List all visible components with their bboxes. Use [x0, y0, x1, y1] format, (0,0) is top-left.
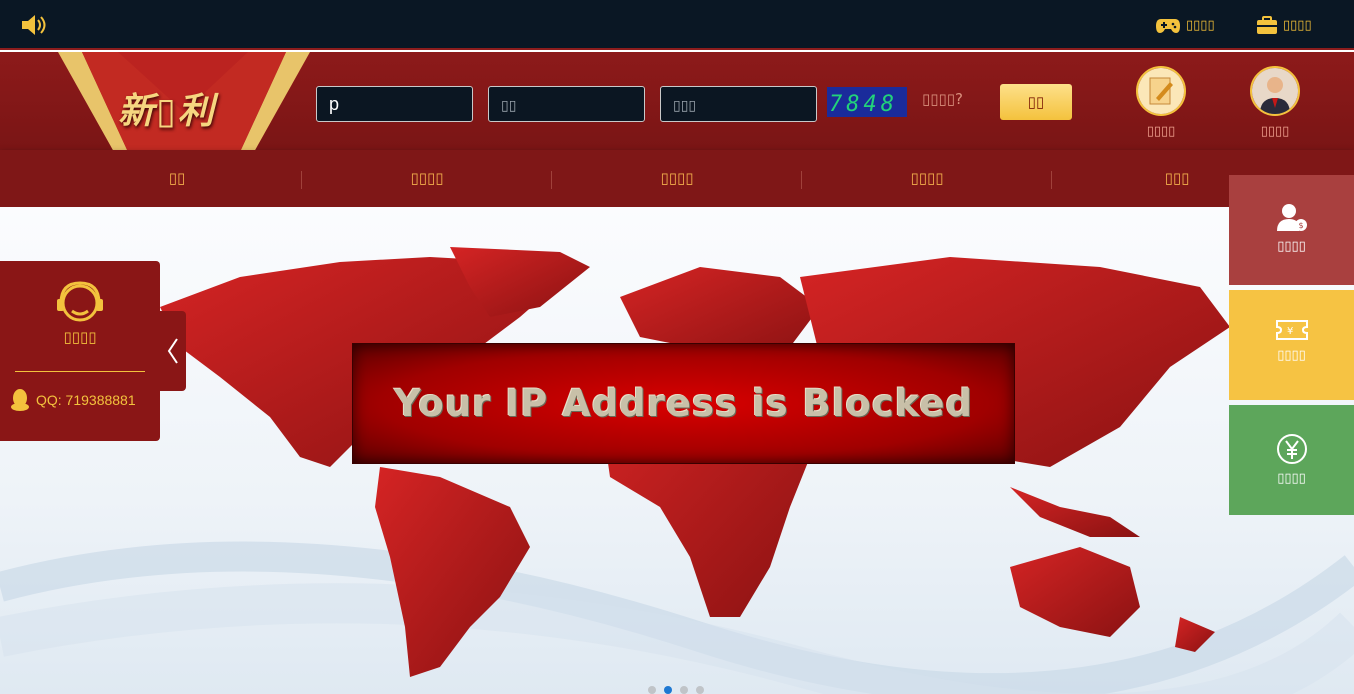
qq-penguin-icon [11, 389, 29, 411]
top-bar: ▯▯▯▯ ▯▯▯▯ [0, 0, 1354, 50]
login-button[interactable]: ▯▯ [1000, 84, 1072, 120]
forgot-password-link[interactable]: ▯▯▯▯? [922, 90, 963, 108]
slide-dot-1[interactable] [648, 686, 656, 694]
banner-slider: Your IP Address is Blocked [0, 207, 1354, 694]
register-icon [1136, 66, 1186, 116]
register-button[interactable]: ▯▯▯▯ [1121, 66, 1201, 139]
captcha-code: 7848 [829, 92, 898, 117]
right-panel-promo-label: ▯▯▯▯ [1277, 348, 1306, 363]
slide-dot-4[interactable] [696, 686, 704, 694]
chevron-left-icon [167, 338, 178, 364]
captcha-image[interactable]: 7848 [827, 87, 907, 117]
nav-item-3[interactable]: ▯▯▯▯ [552, 150, 802, 207]
username-input[interactable] [316, 86, 473, 122]
user-coin-icon: $ [1276, 204, 1307, 231]
briefcase-icon [1257, 16, 1277, 34]
right-panel-promo[interactable]: ¥ ▯▯▯▯ [1229, 290, 1354, 400]
nav-item-4[interactable]: ▯▯▯▯ [802, 150, 1052, 207]
right-panel-deposit-label: ▯▯▯▯ [1277, 471, 1306, 486]
slide-dot-3[interactable] [680, 686, 688, 694]
blocked-message: Your IP Address is Blocked [394, 382, 973, 425]
qq-number: QQ: 719388881 [36, 392, 136, 408]
slide-dot-2[interactable] [664, 686, 672, 694]
games-link-label: ▯▯▯▯ [1186, 17, 1215, 33]
right-panel-account[interactable]: $ ▯▯▯▯ [1229, 175, 1354, 285]
collapse-widget-button[interactable] [160, 311, 186, 391]
qq-contact[interactable]: QQ: 719388881 [10, 389, 136, 411]
right-panel-deposit[interactable]: ▯▯▯▯ [1229, 405, 1354, 515]
divider [15, 371, 145, 372]
customer-service-label: ▯▯▯▯ [1260, 124, 1290, 139]
main-nav: ▯▯ ▯▯▯▯ ▯▯▯▯ ▯▯▯▯ ▯▯▯ [0, 150, 1354, 207]
finance-link[interactable]: ▯▯▯▯ [1257, 14, 1312, 36]
right-panel-account-label: ▯▯▯▯ [1277, 239, 1306, 254]
blocked-notice: Your IP Address is Blocked [353, 344, 1014, 463]
headset-icon [57, 281, 103, 322]
svg-text:$: $ [1298, 221, 1303, 230]
header: 新▯利 7848 ▯▯▯▯? ▯▯ ▯▯▯▯ ▯▯▯▯ [0, 52, 1354, 152]
speaker-icon[interactable] [20, 13, 46, 37]
captcha-input[interactable] [660, 86, 817, 122]
finance-link-label: ▯▯▯▯ [1283, 17, 1312, 33]
online-service-label: ▯▯▯▯ [63, 328, 97, 346]
online-service-widget: ▯▯▯▯ QQ: 719388881 [0, 261, 160, 441]
games-link[interactable]: ▯▯▯▯ [1156, 14, 1215, 36]
nav-item-home[interactable]: ▯▯ [52, 150, 302, 207]
nav-item-2[interactable]: ▯▯▯▯ [302, 150, 552, 207]
gamepad-icon [1156, 19, 1180, 33]
slide-indicators [648, 686, 704, 694]
password-input[interactable] [488, 86, 645, 122]
customer-service-icon [1250, 66, 1300, 116]
customer-service-button[interactable]: ▯▯▯▯ [1235, 66, 1315, 139]
logo-text: 新▯利 [118, 90, 216, 132]
yuan-icon [1276, 434, 1307, 464]
register-label: ▯▯▯▯ [1146, 124, 1176, 139]
ticket-icon: ¥ [1275, 320, 1308, 340]
svg-text:¥: ¥ [1287, 326, 1293, 337]
